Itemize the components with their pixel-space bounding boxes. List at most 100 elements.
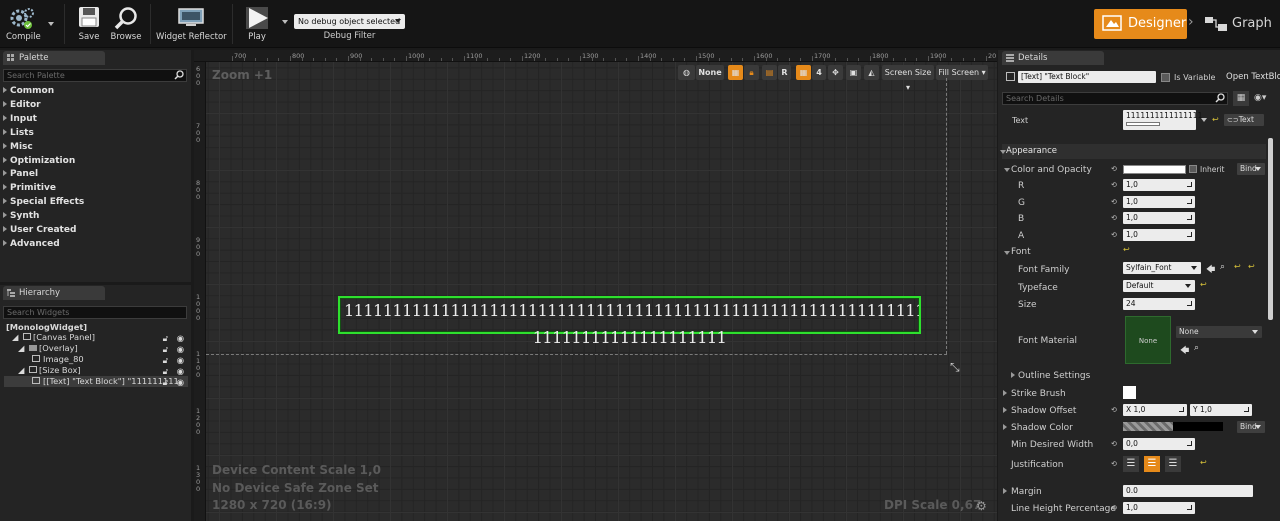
shadow-offset-y-field[interactable]: Y 1,0 bbox=[1190, 404, 1252, 416]
text-bind-button[interactable]: ⊂⊃Text bbox=[1224, 114, 1264, 126]
reset-icon[interactable]: ⟲ bbox=[1111, 165, 1117, 173]
transform-toggle[interactable]: ▤ bbox=[762, 65, 777, 80]
hierarchy-item-text-block[interactable]: [[Text] "Text Block"] "111111111 🔓︎ ◉ bbox=[4, 376, 188, 387]
lock-icon[interactable]: 🔓︎ bbox=[163, 355, 168, 365]
color-swatch[interactable] bbox=[1123, 165, 1186, 174]
palette-category-item[interactable]: Special Effects bbox=[3, 197, 84, 207]
inherit-checkbox[interactable] bbox=[1189, 165, 1197, 173]
r-field[interactable]: 1,0 bbox=[1123, 179, 1195, 191]
font-family-select[interactable]: Sylfain_Font bbox=[1123, 262, 1201, 274]
reset-icon[interactable]: ⟲ bbox=[1111, 214, 1117, 222]
arrow-left-icon[interactable]: 🡄 bbox=[1180, 343, 1189, 359]
hierarchy-item-overlay[interactable]: ◢ [Overlay] 🔓︎ ◉ bbox=[4, 343, 188, 354]
lock-icon[interactable]: 🔓︎ bbox=[163, 333, 168, 343]
justify-right-button[interactable]: ☰ bbox=[1165, 456, 1181, 472]
collapse-icon[interactable] bbox=[1004, 251, 1010, 255]
font-material-select[interactable]: None bbox=[1176, 326, 1262, 338]
details-scrollbar[interactable] bbox=[1268, 138, 1273, 320]
reset-icon[interactable]: ⟲ bbox=[1111, 231, 1117, 239]
lock-icon[interactable]: 🔓︎ bbox=[163, 366, 168, 376]
background-toggle[interactable]: ◭ bbox=[864, 65, 879, 80]
expand-icon[interactable] bbox=[1011, 372, 1015, 378]
search-icon[interactable]: ⌕ bbox=[1220, 262, 1225, 272]
chevron-down-icon[interactable] bbox=[1201, 118, 1207, 122]
open-textblock-link[interactable]: Open TextBlo bbox=[1226, 72, 1280, 82]
is-variable-checkbox[interactable] bbox=[1161, 73, 1170, 82]
arrow-left-icon[interactable]: 🡄 bbox=[1206, 262, 1215, 278]
lock-button[interactable]: 🔒︎ bbox=[744, 65, 759, 80]
compile-button[interactable]: Compile bbox=[2, 2, 58, 46]
gear-icon[interactable]: ⚙ bbox=[976, 499, 987, 513]
hierarchy-search-input[interactable]: Search Widgets bbox=[3, 306, 187, 319]
grid-size-select[interactable]: 4 bbox=[812, 65, 826, 80]
palette-category-item[interactable]: Common bbox=[3, 86, 54, 96]
palette-category-item[interactable]: User Created bbox=[3, 225, 76, 235]
expand-icon[interactable] bbox=[1003, 488, 1007, 494]
text-value-field[interactable]: 1111111111111111 bbox=[1123, 110, 1202, 130]
grid-snap-toggle[interactable]: ▦ bbox=[728, 65, 743, 80]
reset-arrow-icon[interactable]: ↩ bbox=[1200, 458, 1207, 467]
fill-screen-select[interactable]: Fill Screen ▾ bbox=[936, 65, 988, 80]
lock-icon[interactable]: 🔓︎ bbox=[163, 377, 168, 387]
designer-canvas[interactable]: 700 800 900 1000 1100 1200 1300 1400 1500 1600 170… bbox=[194, 50, 997, 521]
reset-arrow-icon[interactable]: ↩ bbox=[1212, 115, 1219, 124]
screen-size-select[interactable]: Screen Size ▾ bbox=[882, 65, 934, 92]
expand-icon[interactable] bbox=[1003, 390, 1007, 396]
size-field[interactable]: 24 bbox=[1123, 298, 1195, 310]
collapse-icon[interactable] bbox=[1004, 168, 1010, 172]
image-preview-button[interactable]: ▣ bbox=[846, 65, 861, 80]
shadow-color-swatch[interactable] bbox=[1173, 422, 1223, 431]
eye-icon[interactable]: ◉ bbox=[177, 355, 184, 365]
eye-icon[interactable]: ◉ bbox=[177, 333, 184, 343]
play-button[interactable]: Play bbox=[238, 2, 276, 46]
search-icon[interactable]: ⌕ bbox=[1194, 343, 1199, 353]
play-dropdown-icon[interactable] bbox=[282, 20, 288, 24]
hierarchy-item-image[interactable]: Image_80 🔓︎ ◉ bbox=[4, 354, 188, 365]
palette-category-item[interactable]: Lists bbox=[3, 128, 34, 138]
palette-category-item[interactable]: Synth bbox=[3, 211, 39, 221]
color-bind-button[interactable]: Bind bbox=[1237, 163, 1265, 175]
shadow-color-alpha-swatch[interactable] bbox=[1123, 422, 1173, 431]
justify-center-button[interactable]: ☰ bbox=[1144, 456, 1160, 472]
reset-button[interactable]: R bbox=[778, 65, 791, 80]
expand-icon[interactable] bbox=[1003, 424, 1007, 430]
palette-category-item[interactable]: Panel bbox=[3, 169, 38, 179]
shadow-offset-x-field[interactable]: X 1,0 bbox=[1123, 404, 1187, 416]
reset-icon[interactable]: ⟲ bbox=[1111, 440, 1117, 448]
globe-button[interactable]: ◍ bbox=[678, 65, 695, 80]
reset-icon[interactable]: ⟲ bbox=[1111, 406, 1117, 414]
palette-category-item[interactable]: Editor bbox=[3, 100, 41, 110]
debug-object-select[interactable]: No debug object selected bbox=[294, 14, 405, 29]
palette-category-item[interactable]: Optimization bbox=[3, 156, 75, 166]
a-field[interactable]: 1,0 bbox=[1123, 229, 1195, 241]
expand-icon[interactable]: ◢ bbox=[4, 332, 18, 342]
typeface-select[interactable]: Default bbox=[1123, 280, 1195, 292]
palette-tab[interactable]: Palette bbox=[3, 51, 105, 65]
expand-icon[interactable]: ◢ bbox=[4, 343, 24, 353]
strike-brush-swatch[interactable] bbox=[1123, 386, 1136, 399]
reset-arrow-icon[interactable]: ↩ bbox=[1123, 245, 1130, 254]
reset-icon[interactable]: ⟲ bbox=[1111, 181, 1117, 189]
eye-icon[interactable]: ◉ bbox=[177, 344, 184, 354]
details-search-input[interactable]: Search Details bbox=[1002, 92, 1228, 105]
details-tab[interactable]: Details bbox=[1002, 51, 1104, 65]
reset-arrow-icon[interactable]: ↩ bbox=[1248, 262, 1255, 271]
compile-dropdown-icon[interactable] bbox=[48, 22, 54, 26]
line-height-field[interactable]: 1,0 bbox=[1123, 502, 1195, 514]
eye-icon[interactable]: ◉▾ bbox=[1254, 93, 1266, 103]
g-field[interactable]: 1,0 bbox=[1123, 196, 1195, 208]
eye-icon[interactable]: ◉ bbox=[177, 377, 184, 387]
palette-category-item[interactable]: Advanced bbox=[3, 239, 60, 249]
font-material-thumbnail[interactable]: None bbox=[1125, 316, 1171, 364]
margin-field[interactable]: 0.0 bbox=[1123, 485, 1253, 497]
palette-category-item[interactable]: Primitive bbox=[3, 183, 56, 193]
shadow-bind-button[interactable]: Bind bbox=[1237, 421, 1265, 433]
justify-left-button[interactable]: ☰ bbox=[1123, 456, 1139, 472]
expand-icon[interactable]: ◢ bbox=[4, 365, 24, 375]
min-desired-width-field[interactable]: 0,0 bbox=[1123, 438, 1195, 450]
graph-mode-button[interactable]: Graph bbox=[1202, 9, 1278, 39]
lock-icon[interactable]: 🔓︎ bbox=[163, 344, 168, 354]
move-button[interactable]: ✥ bbox=[828, 65, 843, 80]
palette-search-input[interactable]: Search Palette bbox=[3, 69, 187, 82]
browse-button[interactable]: Browse bbox=[108, 2, 144, 46]
